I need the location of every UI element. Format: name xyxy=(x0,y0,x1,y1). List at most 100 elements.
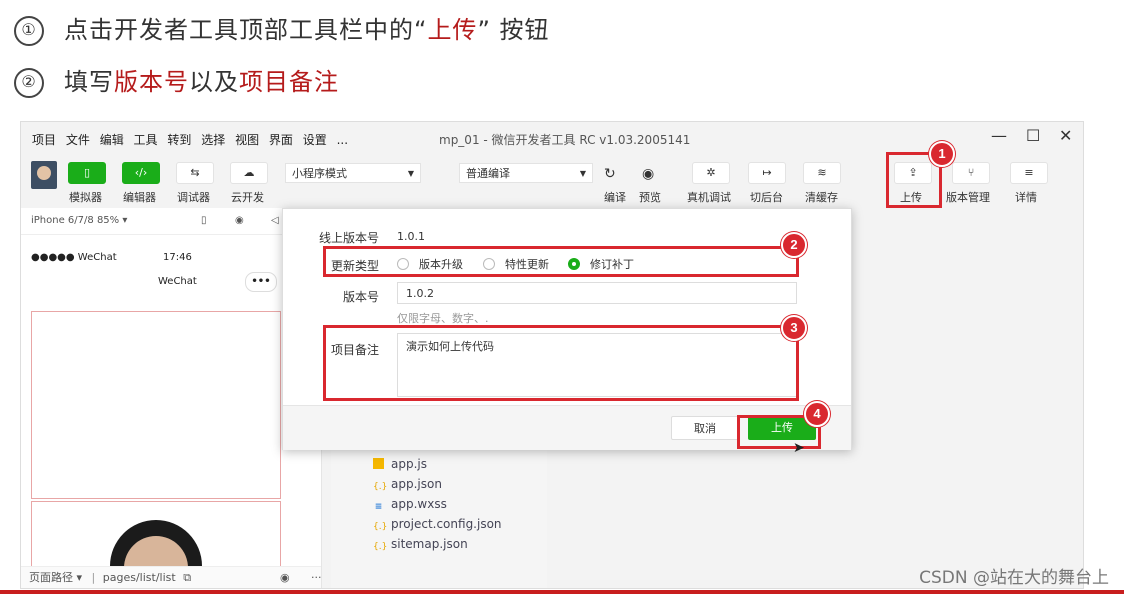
more-icon[interactable]: ··· xyxy=(311,567,322,588)
footer-line xyxy=(0,590,1124,594)
close-button[interactable]: ✕ xyxy=(1059,126,1072,145)
version-input[interactable]: 1.0.2 xyxy=(397,282,797,304)
compile-select[interactable]: 普通编译 ▼ xyxy=(459,163,593,183)
step-1: ① 点击开发者工具顶部工具栏中的“上传” 按钮 xyxy=(14,10,550,46)
eye-icon[interactable]: ◉ xyxy=(280,567,290,588)
annotation-badge: 1 xyxy=(929,141,955,167)
minimize-button[interactable]: — xyxy=(991,126,1007,145)
file-name: sitemap.json xyxy=(391,537,468,551)
simulator-label: 模拟器 xyxy=(69,191,102,204)
compile-select-value: 普通编译 xyxy=(466,167,510,180)
json-file-icon: {.} xyxy=(373,482,388,492)
watermark: CSDN @站在大的舞台上 xyxy=(919,568,1109,588)
record-icon[interactable]: ◉ xyxy=(235,208,244,234)
devtools-window: 项目 文件 编辑 工具 转到 选择 视图 界面 设置 ... mp_01 - 微… xyxy=(20,121,1084,589)
file-name: app.wxss xyxy=(391,497,447,511)
content-pane xyxy=(31,311,281,499)
cursor-icon: ➤ xyxy=(793,440,805,456)
step-text: 以及 xyxy=(189,68,239,96)
background-label: 切后台 xyxy=(750,191,783,204)
phone-icon: ▯ xyxy=(83,166,91,179)
menu-file[interactable]: 文件 xyxy=(66,131,90,148)
step-number: ② xyxy=(14,68,44,98)
copy-icon[interactable]: ⧉ xyxy=(183,571,191,584)
step-number: ① xyxy=(14,16,44,46)
file-item[interactable]: ≡ app.wxss xyxy=(373,497,447,513)
annotation-badge: 3 xyxy=(781,315,807,341)
simulator-panel: iPhone 6/7/8 85% ▾ ▯ ◉ ◁ ●●●●● WeChat 17… xyxy=(21,208,322,588)
bug-icon: ✲ xyxy=(706,166,716,179)
menu-more[interactable]: ... xyxy=(337,133,348,147)
real-debug-button[interactable]: ✲ xyxy=(692,162,730,184)
sound-icon[interactable]: ◁ xyxy=(271,208,279,234)
wxss-file-icon: ≡ xyxy=(374,502,383,512)
menu-tools[interactable]: 工具 xyxy=(134,131,158,148)
menu-bar: 项目 文件 编辑 工具 转到 选择 视图 界面 设置 ... mp_01 - 微… xyxy=(21,122,1083,154)
menu-edit[interactable]: 编辑 xyxy=(100,131,124,148)
details-button[interactable]: ≡ xyxy=(1010,162,1048,184)
swap-icon: ⇆ xyxy=(190,166,200,179)
step-text: 填写 xyxy=(64,68,114,96)
clock: 17:46 xyxy=(163,252,192,263)
layers-icon: ≋ xyxy=(817,166,827,179)
menu-select[interactable]: 选择 xyxy=(201,131,225,148)
step-2: ② 填写版本号以及项目备注 xyxy=(14,62,339,98)
annotation-box-remark xyxy=(323,325,799,401)
annotation-badge: 2 xyxy=(781,232,807,258)
menu-interface[interactable]: 界面 xyxy=(269,131,293,148)
file-item[interactable]: {.} app.json xyxy=(373,477,442,493)
avatar[interactable] xyxy=(31,161,57,189)
clear-cache-label: 清缓存 xyxy=(805,191,838,204)
menu-view[interactable]: 视图 xyxy=(235,131,259,148)
editor-label: 编辑器 xyxy=(123,191,156,204)
simulator-bar: iPhone 6/7/8 85% ▾ ▯ ◉ ◁ xyxy=(21,208,321,235)
annotation-box-update-type xyxy=(323,246,799,277)
capsule-menu-button[interactable]: ••• xyxy=(245,272,277,292)
clear-cache-button[interactable]: ≋ xyxy=(803,162,841,184)
caret-down-icon: ▼ xyxy=(407,169,414,178)
phone-icon[interactable]: ▯ xyxy=(201,208,207,234)
page-path: pages/list/list xyxy=(102,571,176,584)
cloud-icon: ☁ xyxy=(243,166,255,179)
carrier: ●●●●● WeChat xyxy=(31,252,117,263)
menu-project[interactable]: 项目 xyxy=(32,131,56,148)
phone-status-bar: ●●●●● WeChat 17:46 10 WeChat ••• xyxy=(31,248,301,308)
json-file-icon: {.} xyxy=(373,522,388,532)
file-name: app.json xyxy=(391,477,442,491)
json-file-icon: {.} xyxy=(373,542,388,552)
branch-icon: ⑂ xyxy=(967,166,975,179)
details-label: 详情 xyxy=(1015,191,1037,204)
page-path-select[interactable]: 页面路径 ▾ xyxy=(29,571,82,584)
editor-button[interactable]: ‹/› xyxy=(122,162,160,184)
cancel-button[interactable]: 取消 xyxy=(671,416,739,440)
mode-select[interactable]: 小程序模式 ▼ xyxy=(285,163,421,183)
refresh-icon[interactable]: ↻ xyxy=(604,166,616,182)
version-label: 版本号 xyxy=(342,290,379,304)
step-highlight: 版本号 xyxy=(114,68,189,96)
compile-label: 编译 xyxy=(604,191,626,204)
background-button[interactable]: ↦ xyxy=(748,162,786,184)
mode-select-value: 小程序模式 xyxy=(292,167,347,180)
eye-icon[interactable]: ◉ xyxy=(642,166,654,182)
page-title: WeChat xyxy=(158,276,197,287)
maximize-button[interactable]: ☐ xyxy=(1026,126,1040,145)
step-highlight: 上传 xyxy=(427,16,478,44)
version-mgmt-button[interactable]: ⑂ xyxy=(952,162,990,184)
window-title: mp_01 - 微信开发者工具 RC v1.03.2005141 xyxy=(439,133,691,147)
step-highlight: 项目备注 xyxy=(239,68,339,96)
file-item[interactable]: {.} sitemap.json xyxy=(373,537,468,553)
menu-settings[interactable]: 设置 xyxy=(303,131,327,148)
simulator-button[interactable]: ▯ xyxy=(68,162,106,184)
file-name: project.config.json xyxy=(391,517,502,531)
file-name: app.js xyxy=(391,457,427,471)
file-item[interactable]: {.} project.config.json xyxy=(373,517,502,533)
code-icon: ‹/› xyxy=(134,166,148,179)
annotation-badge: 4 xyxy=(804,401,830,427)
debugger-button[interactable]: ⇆ xyxy=(176,162,214,184)
step-text: 点击开发者工具顶部工具栏中的“ xyxy=(64,16,428,44)
file-item[interactable]: app.js xyxy=(373,457,427,471)
cloud-button[interactable]: ☁ xyxy=(230,162,268,184)
js-file-icon xyxy=(373,458,384,469)
menu-goto[interactable]: 转到 xyxy=(167,131,191,148)
device-select[interactable]: iPhone 6/7/8 85% ▾ xyxy=(31,215,127,226)
